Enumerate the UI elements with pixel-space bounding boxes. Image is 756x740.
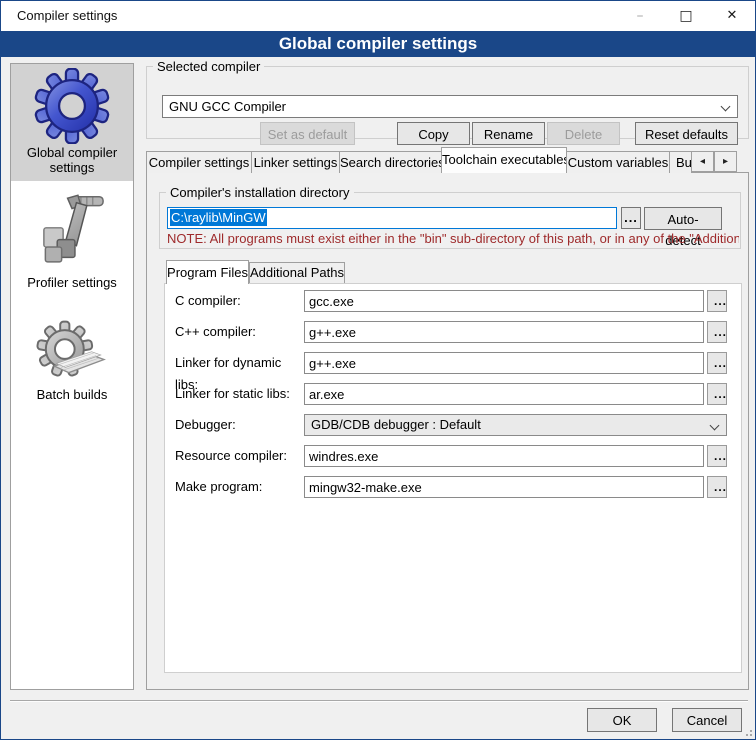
- tab-scroll-left-icon[interactable]: ◂: [691, 151, 714, 172]
- set-as-default-button[interactable]: Set as default: [260, 122, 355, 145]
- linker-dynamic-input[interactable]: [304, 352, 704, 374]
- selected-compiler-group-label: Selected compiler: [153, 59, 264, 74]
- cpp-compiler-label: C++ compiler:: [175, 321, 303, 343]
- chevron-down-icon: [710, 421, 720, 431]
- compiler-select-value: GNU GCC Compiler: [169, 99, 286, 114]
- page-title: Global compiler settings: [1, 31, 755, 57]
- cpp-compiler-input[interactable]: [304, 321, 704, 343]
- close-icon[interactable]: ✕: [709, 1, 755, 31]
- debugger-select-value: GDB/CDB debugger : Default: [311, 417, 481, 432]
- installation-directory-group-label: Compiler's installation directory: [166, 185, 354, 200]
- subtab-program-files[interactable]: Program Files: [166, 260, 249, 284]
- tab-build-options[interactable]: Builc: [669, 151, 691, 173]
- rename-button[interactable]: Rename: [472, 122, 545, 145]
- sidebar-item-global-compiler-settings[interactable]: Global compiler settings: [11, 64, 133, 181]
- chevron-down-icon: [721, 102, 731, 112]
- sidebar-item-label: Batch builds: [11, 387, 133, 402]
- debugger-label: Debugger:: [175, 414, 303, 436]
- resource-compiler-label: Resource compiler:: [175, 445, 303, 467]
- linker-dynamic-browse-button[interactable]: ...: [707, 352, 727, 374]
- ok-button[interactable]: OK: [587, 708, 657, 732]
- window-title: Compiler settings: [17, 1, 117, 31]
- linker-static-browse-button[interactable]: ...: [707, 383, 727, 405]
- title-bar: Compiler settings – □ ✕: [1, 1, 755, 31]
- sidebar-item-batch-builds[interactable]: Batch builds: [11, 316, 133, 420]
- compiler-select[interactable]: GNU GCC Compiler: [162, 95, 738, 118]
- installation-directory-input[interactable]: C:\raylib\MinGW: [167, 207, 617, 229]
- resource-compiler-input[interactable]: [304, 445, 704, 467]
- debugger-select[interactable]: GDB/CDB debugger : Default: [304, 414, 727, 436]
- settings-category-list: Global compiler settings Profiler se: [10, 63, 134, 690]
- tab-compiler-settings[interactable]: Compiler settings: [146, 151, 252, 173]
- c-compiler-label: C compiler:: [175, 290, 303, 312]
- resource-compiler-browse-button[interactable]: ...: [707, 445, 727, 467]
- caliper-icon: [35, 192, 109, 274]
- reset-defaults-button[interactable]: Reset defaults: [635, 122, 738, 145]
- blue-gear-icon: [34, 68, 110, 144]
- sidebar-item-label: Profiler settings: [11, 275, 133, 290]
- make-program-label: Make program:: [175, 476, 303, 498]
- auto-detect-button[interactable]: Auto-detect: [644, 207, 722, 230]
- installation-directory-browse-button[interactable]: ...: [621, 207, 641, 229]
- linker-static-label: Linker for static libs:: [175, 383, 303, 405]
- minimize-icon[interactable]: –: [617, 1, 663, 31]
- subtab-additional-paths[interactable]: Additional Paths: [249, 262, 345, 283]
- linker-static-input[interactable]: [304, 383, 704, 405]
- tab-toolchain-executables[interactable]: Toolchain executables: [441, 147, 567, 173]
- tab-scroll-right-icon[interactable]: ▸: [714, 151, 737, 172]
- installation-directory-value: C:\raylib\MinGW: [170, 209, 267, 226]
- tab-linker-settings[interactable]: Linker settings: [251, 151, 340, 173]
- compiler-settings-dialog: Compiler settings – □ ✕ Global compiler …: [0, 0, 756, 740]
- maximize-icon[interactable]: □: [663, 1, 709, 31]
- delete-button[interactable]: Delete: [547, 122, 620, 145]
- cancel-button[interactable]: Cancel: [672, 708, 742, 732]
- make-program-input[interactable]: [304, 476, 704, 498]
- tab-search-directories[interactable]: Search directories: [339, 151, 442, 173]
- footer-separator: [10, 700, 748, 702]
- sidebar-item-label: Global compiler settings: [11, 145, 133, 175]
- gray-gear-stack-icon: [36, 320, 108, 386]
- cpp-compiler-browse-button[interactable]: ...: [707, 321, 727, 343]
- make-program-browse-button[interactable]: ...: [707, 476, 727, 498]
- program-files-panel: C compiler: ... C++ compiler: ... Linker…: [164, 283, 742, 673]
- selected-compiler-group: Selected compiler GNU GCC Compiler Set a…: [146, 59, 749, 139]
- tab-custom-variables[interactable]: Custom variables: [566, 151, 670, 173]
- c-compiler-browse-button[interactable]: ...: [707, 290, 727, 312]
- installation-directory-note: NOTE: All programs must exist either in …: [167, 231, 739, 247]
- c-compiler-input[interactable]: [304, 290, 704, 312]
- sidebar-item-profiler-settings[interactable]: Profiler settings: [11, 188, 133, 300]
- resize-grip[interactable]: [742, 726, 752, 736]
- copy-button[interactable]: Copy: [397, 122, 470, 145]
